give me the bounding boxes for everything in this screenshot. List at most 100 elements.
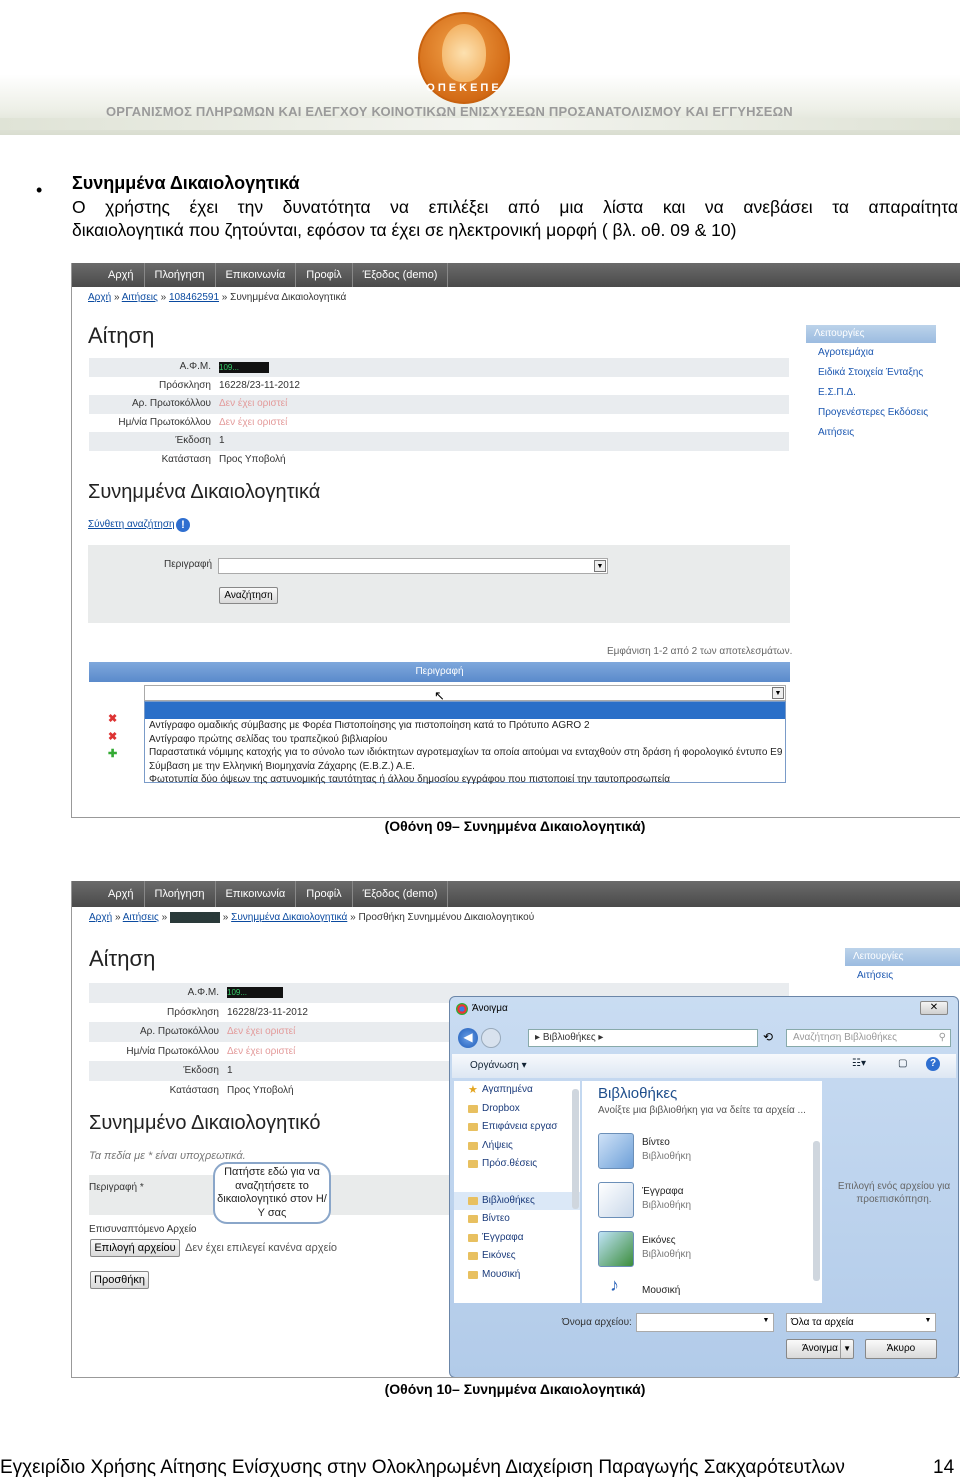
field-key: Κατάσταση [169, 1084, 219, 1096]
preview-pane-icon[interactable]: ▢ [898, 1058, 907, 1069]
sidebar-item-applications[interactable]: Αιτήσεις [806, 423, 936, 443]
crumb-sep: » [222, 912, 229, 923]
required-note: Τα πεδία με * είναι υποχρεωτικά. [89, 1150, 246, 1162]
crumb-home[interactable]: Αρχή [89, 912, 112, 923]
search-icon: ⚲ [938, 1032, 946, 1043]
nav-logout[interactable]: Έξοδος (demo) [353, 263, 449, 287]
forward-button[interactable] [481, 1028, 501, 1048]
nav-navigation[interactable]: Πλοήγηση [145, 263, 216, 287]
nav-dropbox[interactable]: Dropbox [454, 1100, 580, 1119]
field-key: Αρ. Πρωτοκόλλου [140, 1026, 219, 1037]
search-input[interactable]: Αναζήτηση Βιβλιοθήκες ⚲ [786, 1029, 951, 1047]
field-key: Έκδοση [183, 1065, 219, 1076]
nav-profile[interactable]: Προφίλ [296, 881, 353, 907]
field-key: Έκδοση [175, 435, 211, 446]
nav-profile[interactable]: Προφίλ [296, 263, 353, 287]
page-number: 14 [933, 1457, 955, 1478]
sidebar-item-parcels[interactable]: Αγροτεμάχια [806, 343, 936, 363]
view-icon[interactable]: ☷▾ [852, 1058, 866, 1069]
nav-navigation[interactable]: Πλοήγηση [145, 881, 216, 907]
nav-music[interactable]: Μουσική [454, 1266, 580, 1285]
document-options-list: Αντίγραφο ομαδικής σύμβασης με Φορέα Πισ… [144, 701, 786, 785]
crumb-sep: » [113, 292, 120, 303]
option-item[interactable]: Αντίγραφο ομαδικής σύμβασης με Φορέα Πισ… [145, 719, 785, 733]
nav-scrollbar[interactable] [572, 1089, 579, 1209]
add-icon[interactable]: ✚ [108, 747, 117, 760]
nav-recent[interactable]: Πρόσ.θέσεις [454, 1155, 580, 1174]
field-row: Ημ/νία Πρωτοκόλλου Δεν έχει οριστεί [89, 414, 789, 433]
help-icon[interactable]: ! [176, 518, 190, 532]
breadcrumb: Αρχή » Αιτήσεις » 108462591 » Συνημμένα … [88, 292, 346, 303]
open-button-label: Άνοιγμα [802, 1343, 838, 1354]
wheat-icon [442, 24, 486, 82]
choose-file-button[interactable]: Επιλογή αρχείου [90, 1239, 180, 1257]
help-icon[interactable]: ? [926, 1057, 940, 1071]
field-value: 16228/23-11-2012 [227, 1006, 308, 1018]
option-item[interactable]: Παραστατικά νόμιμης κατοχής για το σύνολ… [145, 746, 785, 760]
delete-icon[interactable]: ✖ [108, 730, 117, 743]
chrome-icon [456, 1003, 468, 1015]
description-label: Περιγραφή * [89, 1182, 144, 1193]
crumb-id[interactable]: 108462591 [169, 292, 219, 303]
organize-button[interactable]: Οργάνωση ▾ [470, 1060, 527, 1071]
nav-videos[interactable]: Βίντεο [454, 1210, 580, 1229]
cancel-button[interactable]: Άκυρο [865, 1339, 937, 1359]
nav-contact[interactable]: Επικοινωνία [216, 881, 297, 907]
nav-logout[interactable]: Έξοδος (demo) [353, 881, 449, 907]
document-header: ΟΠΕΚΕΠΕ ΟΡΓΑΝΙΣΜΟΣ ΠΛΗΡΩΜΩΝ ΚΑΙ ΕΛΕΓΧΟΥ … [0, 0, 960, 135]
sidebar-item-espd[interactable]: Ε.Σ.Π.Δ. [806, 383, 936, 403]
close-button[interactable]: ✕ [920, 1001, 948, 1015]
delete-icon[interactable]: ✖ [108, 712, 117, 725]
grid-header-description: Περιγραφή [415, 666, 464, 677]
chevron-down-icon: ▼ [594, 560, 606, 572]
paragraph-line-2: δικαιολογητικά που ζητούνται, εφόσον τα … [72, 219, 737, 240]
refresh-icon[interactable]: ⟲ [763, 1030, 773, 1044]
crumb-attachments[interactable]: Συνημμένα Δικαιολογητικά [231, 912, 347, 923]
add-button[interactable]: Προσθήκη [90, 1271, 149, 1289]
open-button[interactable]: Άνοιγμα ▼ [786, 1339, 854, 1359]
field-key: Κατάσταση [161, 453, 211, 465]
crumb-home[interactable]: Αρχή [88, 292, 111, 303]
application-fields: Α.Φ.Μ. 109... Πρόσκληση 16228/23-11-2012 Α… [89, 358, 789, 469]
field-row: Αρ. Πρωτοκόλλου Δεν έχει οριστεί [89, 395, 789, 414]
nav-desktop[interactable]: Επιφάνεια εργασ [454, 1118, 580, 1137]
back-button[interactable]: ◀ [458, 1028, 478, 1048]
nav-libraries[interactable]: Βιβλιοθήκες [454, 1191, 580, 1210]
grid-filter-select[interactable]: ▼ [144, 685, 786, 701]
sidebar-item-special-data[interactable]: Ειδικά Στοιχεία Ένταξης [806, 363, 936, 383]
advanced-search-link[interactable]: Σύνθετη αναζήτηση [88, 519, 175, 530]
field-key: Αρ. Πρωτοκόλλου [132, 398, 211, 409]
sidebar-item-versions[interactable]: Προγενέστερες Εκδόσεις [806, 403, 936, 423]
sidebar-item-applications[interactable]: Αιτήσεις [845, 966, 960, 986]
nav-home[interactable]: Αρχή [98, 881, 145, 907]
preview-text: Επιλογή ενός αρχείου για προεπισκόπηση. [837, 1181, 951, 1205]
field-key: Ημ/νία Πρωτοκόλλου [118, 416, 211, 428]
library-scrollbar[interactable] [813, 1141, 820, 1281]
nav-pictures[interactable]: Εικόνες [454, 1247, 580, 1266]
nav-documents[interactable]: Έγγραφα [454, 1229, 580, 1248]
description-select[interactable]: ▼ [218, 558, 608, 574]
caption-10: (Οθόνη 10– Συνημμένα Δικαιολογητικά) [384, 1381, 646, 1397]
option-item[interactable]: Φωτοτυπία δύο όψεων της αστυνομικής ταυτ… [145, 773, 785, 787]
search-button[interactable]: Αναζήτηση [219, 587, 278, 604]
crumb-apps[interactable]: Αιτήσεις [123, 912, 159, 923]
paragraph-line-1: Ο χρήστης έχει την δυνατότητα να επιλέξε… [72, 197, 958, 217]
field-value: 16228/23-11-2012 [219, 379, 300, 391]
crumb-apps[interactable]: Αιτήσεις [122, 292, 158, 303]
field-key: Πρόσκληση [167, 1006, 219, 1018]
address-bar[interactable]: ▸ Βιβλιοθήκες ▸ [528, 1029, 758, 1047]
organization-name: ΟΡΓΑΝΙΣΜΟΣ ΠΛΗΡΩΜΩΝ ΚΑΙ ΕΛΕΓΧΟΥ ΚΟΙΝΟΤΙΚ… [106, 104, 793, 119]
field-value: Προς Υποβολή [219, 453, 286, 465]
nav-home[interactable]: Αρχή [98, 263, 145, 287]
option-item[interactable]: Αντίγραφο πρώτης σελίδας του τραπεζικού … [145, 733, 785, 747]
nav-downloads[interactable]: Λήψεις [454, 1137, 580, 1156]
field-row: Α.Φ.Μ. 109... [89, 358, 789, 377]
option-item[interactable]: Σύμβαση με την Ελληνική Βιομηχανία Ζάχαρ… [145, 760, 785, 774]
selected-option[interactable] [145, 702, 785, 719]
filename-input[interactable]: ▼ [636, 1313, 774, 1332]
library-kind: Βιβλιοθήκη [642, 1249, 692, 1260]
nav-favorites[interactable]: Αγαπημένα [454, 1081, 580, 1100]
grid-header: Περιγραφή [89, 662, 790, 682]
filetype-select[interactable]: Όλα τα αρχεία ▼ [786, 1313, 936, 1332]
nav-contact[interactable]: Επικοινωνία [216, 263, 297, 287]
